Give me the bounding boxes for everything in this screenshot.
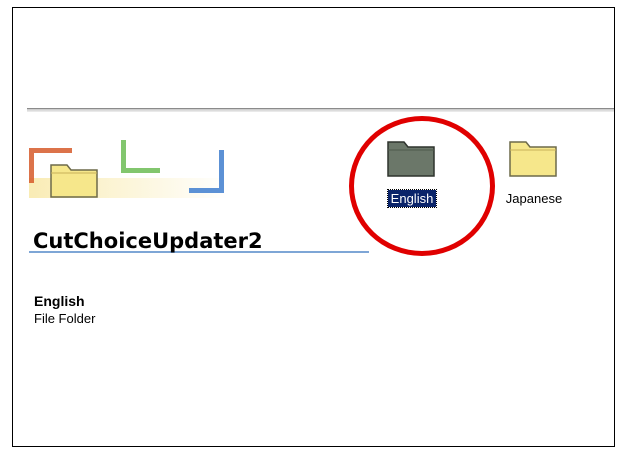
blue-square-decoration (189, 150, 224, 193)
selected-item-type: File Folder (34, 311, 96, 326)
selected-item-name: English (34, 293, 85, 309)
folder-icon (509, 141, 557, 177)
screenshot-frame: CutChoiceUpdater2 English File Folder En… (12, 7, 615, 447)
folder-japanese-label: Japanese (505, 191, 563, 206)
toolbar-divider (27, 108, 614, 112)
panel-decoration (29, 130, 329, 220)
folder-japanese[interactable]: Japanese (489, 136, 579, 208)
folder-title: CutChoiceUpdater2 (33, 229, 263, 253)
highlight-circle-annotation (349, 116, 495, 256)
explorer-window: CutChoiceUpdater2 English File Folder En… (13, 108, 614, 348)
green-square-decoration (121, 140, 160, 173)
web-view-panel: CutChoiceUpdater2 English File Folder (13, 118, 369, 348)
folder-icon (50, 164, 98, 198)
